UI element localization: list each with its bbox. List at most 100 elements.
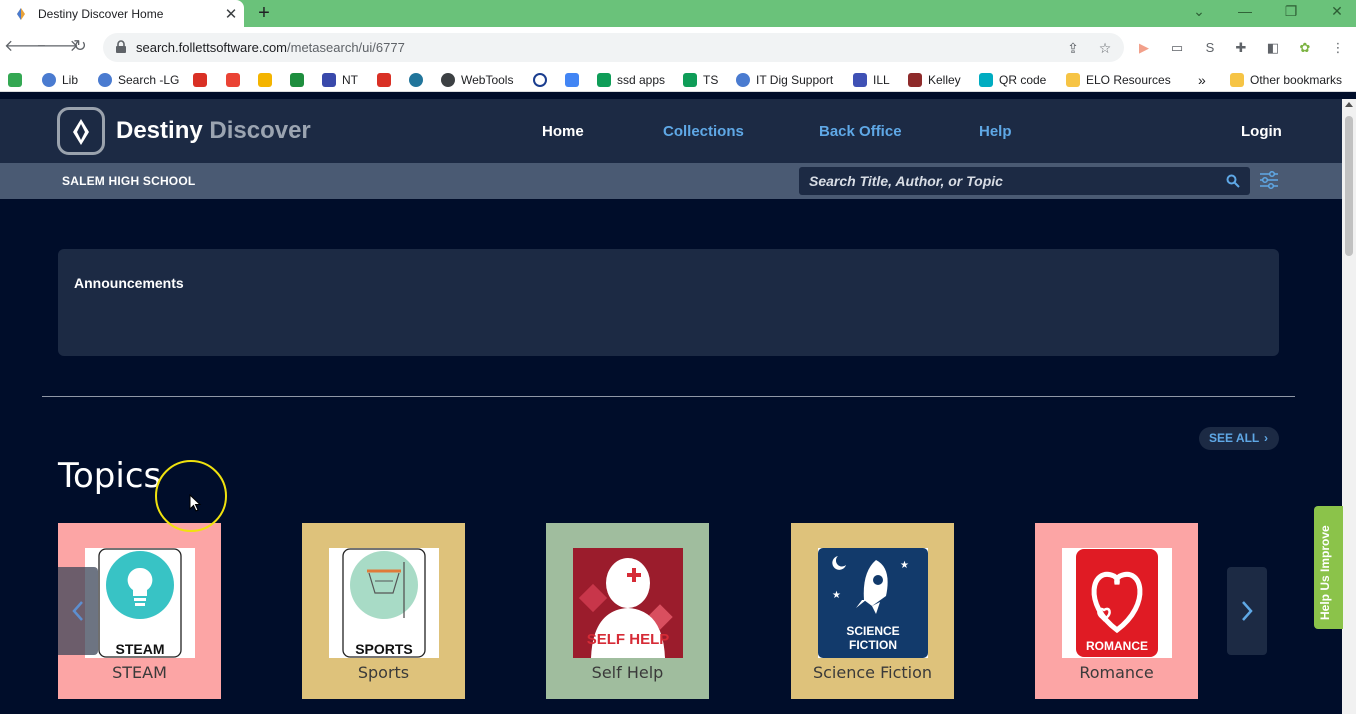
topic-label: STEAM [112, 663, 167, 682]
browser-toolbar: 🡐 🡒 ↻ search.follettsoftware.com/metasea… [0, 27, 1356, 68]
svg-text:SELF HELP: SELF HELP [587, 631, 670, 648]
world-icon [441, 73, 455, 87]
tab-close-icon[interactable]: ✕ [218, 5, 244, 23]
bird-icon [290, 73, 304, 87]
rocket-icon: ★ ★ SCIENCE FICTION [818, 548, 928, 658]
owl-icon [853, 73, 867, 87]
bookmark-item[interactable] [258, 71, 278, 89]
carousel-prev-button[interactable] [58, 567, 98, 655]
bookmark-item[interactable] [8, 71, 28, 89]
school-name: SALEM HIGH SCHOOL [62, 174, 196, 188]
minimize-button[interactable]: — [1222, 0, 1268, 24]
bookmark-item[interactable]: ILL [853, 71, 890, 89]
globe-icon [736, 73, 750, 87]
bookmark-item[interactable]: IT Dig Support [736, 71, 833, 89]
svg-text:★: ★ [832, 590, 841, 601]
bookmark-item[interactable]: Kelley [908, 71, 961, 89]
sheets-icon [683, 73, 697, 87]
c-green-icon [8, 73, 22, 87]
share-icon[interactable]: ⇪ [1063, 38, 1083, 58]
bookmark-item[interactable]: NT [322, 71, 358, 89]
bookmark-item[interactable] [290, 71, 310, 89]
figure-icon [322, 73, 336, 87]
bookmark-item[interactable]: Lib [42, 71, 78, 89]
svg-text:SCIENCE: SCIENCE [846, 624, 899, 638]
bookmark-item[interactable]: TS [683, 71, 718, 89]
bookmarks-overflow-button[interactable]: » [1198, 71, 1206, 89]
scroll-up-arrow-icon[interactable] [1345, 102, 1353, 107]
topic-card-sports[interactable]: SPORTS Sports [302, 523, 465, 699]
new-tab-button[interactable]: + [253, 2, 275, 24]
close-window-button[interactable]: ✕ [1314, 0, 1356, 24]
bookmark-item[interactable] [226, 71, 246, 89]
bookmark-item[interactable] [409, 71, 429, 89]
bookmark-item[interactable]: QR code [979, 71, 1046, 89]
page-scrollbar[interactable] [1342, 99, 1356, 714]
login-link[interactable]: Login [1241, 123, 1282, 140]
svg-text:FICTION: FICTION [849, 638, 897, 652]
other-bookmarks[interactable]: Other bookmarks [1230, 71, 1342, 89]
see-all-button[interactable]: SEE ALL › [1199, 427, 1279, 450]
carousel-next-button[interactable] [1227, 567, 1267, 655]
search-input[interactable] [799, 167, 1219, 195]
chevron-right-icon: › [1264, 431, 1268, 445]
scroll-thumb[interactable] [1345, 116, 1353, 256]
extension-video-icon[interactable]: ▶ [1134, 38, 1154, 58]
announcements-panel: Announcements [58, 249, 1279, 356]
extension-s-icon[interactable]: S [1200, 38, 1220, 58]
bookmark-item[interactable] [377, 71, 397, 89]
tab-search-chevron-icon[interactable]: ⌄ [1176, 0, 1222, 24]
bookmark-item[interactable]: ssd apps [597, 71, 665, 89]
bookmarks-bar: Lib Search -LG NT WebTools ssd apps TS I… [0, 68, 1356, 92]
people-icon [908, 73, 922, 87]
wordpress-icon [409, 73, 423, 87]
bookmark-item[interactable]: Search -LG [98, 71, 179, 89]
forward-icon[interactable]: 🡒 [36, 35, 79, 59]
brand-title[interactable]: Destiny Discover [116, 117, 311, 145]
search-box [799, 167, 1250, 195]
browser-tab[interactable]: Destiny Discover Home ✕ [0, 0, 244, 27]
bookmark-item[interactable]: ELO Resources [1066, 71, 1171, 89]
basketball-hoop-icon: SPORTS [329, 548, 439, 658]
nav-collections[interactable]: Collections [663, 123, 744, 140]
help-us-improve-tab[interactable]: Help Us Improve [1314, 506, 1343, 629]
topic-label: Self Help [591, 663, 664, 682]
cast-icon[interactable]: ▭ [1167, 38, 1187, 58]
bookmark-item[interactable] [533, 71, 553, 89]
restore-button[interactable]: ❐ [1268, 0, 1314, 24]
nav-back-office[interactable]: Back Office [819, 123, 902, 140]
gmail-icon [226, 73, 240, 87]
topic-card-self-help[interactable]: SELF HELP Self Help [546, 523, 709, 699]
topic-card-science-fiction[interactable]: ★ ★ SCIENCE FICTION Science Fiction [791, 523, 954, 699]
nav-home[interactable]: Home [542, 123, 584, 140]
lightbulb-icon: STEAM [85, 548, 195, 658]
side-panel-icon[interactable]: ◧ [1263, 38, 1283, 58]
sheets-icon [597, 73, 611, 87]
nav-help[interactable]: Help [979, 123, 1012, 140]
destiny-logo-icon[interactable] [57, 107, 105, 155]
f-red-icon [193, 73, 207, 87]
topic-label: Science Fiction [812, 663, 933, 682]
globe-icon [42, 73, 56, 87]
reload-icon[interactable]: ↻ [68, 35, 92, 59]
docs-icon [565, 73, 579, 87]
topic-card-romance[interactable]: ROMANCE Romance [1035, 523, 1198, 699]
chevron-right-icon [1242, 601, 1253, 621]
bookmark-item[interactable]: WebTools [441, 71, 513, 89]
back-icon[interactable]: 🡐 [4, 35, 47, 59]
profile-avatar-icon[interactable]: ✿ [1295, 38, 1315, 58]
bookmark-item[interactable] [565, 71, 585, 89]
site-header: Destiny Discover Home Collections Back O… [0, 99, 1342, 163]
globe-icon [98, 73, 112, 87]
search-icon[interactable] [1226, 174, 1240, 188]
search-bar-strip: SALEM HIGH SCHOOL [0, 163, 1342, 199]
menu-kebab-icon[interactable]: ⋮ [1328, 38, 1348, 58]
bookmark-star-icon[interactable]: ☆ [1095, 38, 1115, 58]
topic-label: Romance [1079, 663, 1154, 682]
section-divider [42, 396, 1295, 397]
ring-icon [533, 73, 547, 87]
bookmark-item[interactable] [193, 71, 213, 89]
extensions-puzzle-icon[interactable]: ✚ [1231, 38, 1251, 58]
filter-sliders-icon[interactable] [1259, 170, 1279, 190]
address-bar[interactable]: search.follettsoftware.com/metasearch/ui… [103, 33, 1124, 62]
